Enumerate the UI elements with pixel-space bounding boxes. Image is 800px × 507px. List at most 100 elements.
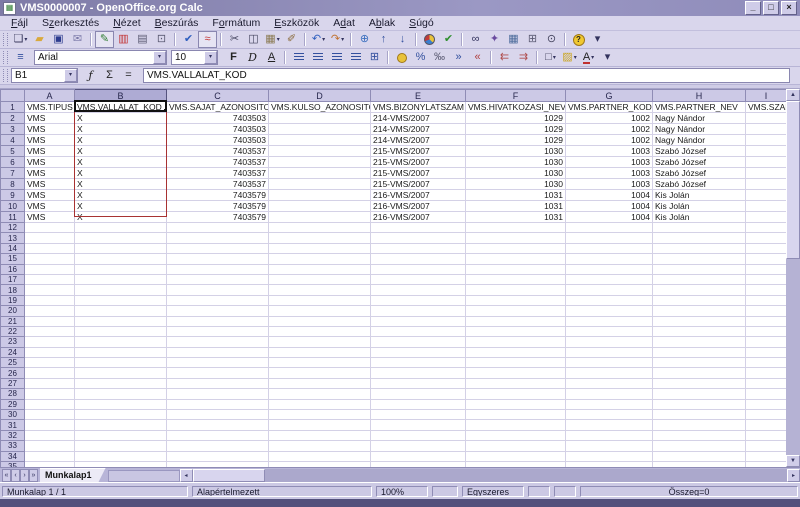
cell[interactable] bbox=[25, 233, 75, 243]
column-header-C[interactable]: C bbox=[167, 90, 269, 102]
format-paintbrush-button[interactable]: ✐ bbox=[282, 31, 301, 48]
equals-button[interactable]: = bbox=[119, 67, 138, 84]
cell[interactable]: VMS bbox=[25, 157, 75, 168]
chevron-down-icon[interactable]: ▾ bbox=[204, 51, 217, 64]
cell[interactable] bbox=[167, 264, 269, 274]
standard-format-button[interactable]: ‰ bbox=[430, 49, 449, 66]
cell[interactable] bbox=[746, 146, 787, 157]
cell[interactable] bbox=[25, 441, 75, 451]
cell[interactable] bbox=[269, 378, 371, 388]
cell[interactable] bbox=[269, 347, 371, 357]
cell[interactable] bbox=[566, 223, 653, 233]
cell[interactable] bbox=[25, 378, 75, 388]
cell[interactable] bbox=[75, 233, 167, 243]
menu-item-eszkozok[interactable]: Eszközök bbox=[267, 17, 326, 29]
cell[interactable] bbox=[75, 430, 167, 440]
cell[interactable] bbox=[269, 212, 371, 223]
edit-file-button[interactable]: ✎ bbox=[95, 31, 114, 48]
cell[interactable]: 1031 bbox=[466, 190, 566, 201]
page-preview-button[interactable]: ⊡ bbox=[152, 31, 171, 48]
cell[interactable]: VMS.TIPUS bbox=[25, 102, 75, 113]
cell[interactable] bbox=[746, 135, 787, 146]
chart-button[interactable] bbox=[420, 31, 439, 48]
cell[interactable] bbox=[167, 223, 269, 233]
cell[interactable] bbox=[269, 461, 371, 467]
cell[interactable] bbox=[466, 451, 566, 461]
cell[interactable] bbox=[371, 420, 466, 430]
delete-decimal-button[interactable]: « bbox=[468, 49, 487, 66]
row-header-10[interactable]: 10 bbox=[1, 201, 25, 212]
copy-button[interactable]: ◫ bbox=[244, 31, 263, 48]
cell[interactable] bbox=[371, 410, 466, 420]
spellcheck-button[interactable]: ✔ bbox=[179, 31, 198, 48]
bold-button[interactable]: F bbox=[224, 49, 243, 66]
cell[interactable] bbox=[25, 451, 75, 461]
active-cell[interactable]: VMS.VALLALAT_KOD bbox=[75, 102, 167, 113]
cell[interactable] bbox=[566, 461, 653, 467]
add-decimal-button[interactable]: » bbox=[449, 49, 468, 66]
cell[interactable] bbox=[466, 358, 566, 368]
cell[interactable]: VMS bbox=[25, 179, 75, 190]
cell[interactable] bbox=[75, 461, 167, 467]
formula-input[interactable] bbox=[143, 68, 790, 83]
cell[interactable]: 7403537 bbox=[167, 168, 269, 179]
cell[interactable] bbox=[75, 451, 167, 461]
cell[interactable]: Nagy Nándor bbox=[653, 135, 746, 146]
cell[interactable] bbox=[466, 264, 566, 274]
cell[interactable] bbox=[746, 461, 787, 467]
scroll-up-icon[interactable]: ▲ bbox=[786, 89, 800, 101]
cell[interactable] bbox=[269, 168, 371, 179]
cell[interactable] bbox=[653, 274, 746, 284]
cell[interactable]: VMS bbox=[25, 135, 75, 146]
cell[interactable] bbox=[653, 337, 746, 347]
cell[interactable]: 216-VMS/2007 bbox=[371, 212, 466, 223]
cell[interactable] bbox=[746, 378, 787, 388]
cell[interactable] bbox=[25, 254, 75, 264]
find-replace-button[interactable]: ∞ bbox=[466, 31, 485, 48]
close-button[interactable]: × bbox=[781, 1, 797, 15]
hscroll-thumb[interactable] bbox=[193, 469, 265, 482]
cell[interactable] bbox=[269, 135, 371, 146]
align-right-button[interactable] bbox=[327, 49, 346, 66]
cell[interactable] bbox=[167, 295, 269, 305]
cell[interactable] bbox=[25, 389, 75, 399]
font-color-button[interactable]: A▾ bbox=[579, 49, 598, 66]
cell[interactable] bbox=[167, 243, 269, 253]
cell[interactable] bbox=[653, 223, 746, 233]
cell[interactable] bbox=[75, 358, 167, 368]
column-header-D[interactable]: D bbox=[269, 90, 371, 102]
cell[interactable] bbox=[269, 337, 371, 347]
cut-button[interactable]: ✂ bbox=[225, 31, 244, 48]
cell[interactable] bbox=[746, 243, 787, 253]
underline-button[interactable]: A bbox=[262, 49, 281, 66]
cell[interactable] bbox=[25, 264, 75, 274]
cell[interactable] bbox=[75, 368, 167, 378]
new-document-button[interactable]: ❏▾ bbox=[11, 31, 30, 48]
cell[interactable] bbox=[75, 316, 167, 326]
cell[interactable]: 1031 bbox=[466, 201, 566, 212]
cell[interactable] bbox=[746, 430, 787, 440]
cell[interactable] bbox=[371, 399, 466, 409]
row-header-18[interactable]: 18 bbox=[1, 285, 25, 295]
cell[interactable] bbox=[566, 399, 653, 409]
email-button[interactable]: ✉ bbox=[68, 31, 87, 48]
cell[interactable] bbox=[167, 337, 269, 347]
percent-format-button[interactable]: % bbox=[411, 49, 430, 66]
row-header-19[interactable]: 19 bbox=[1, 295, 25, 305]
row-header-31[interactable]: 31 bbox=[1, 420, 25, 430]
cell[interactable]: VMS bbox=[25, 212, 75, 223]
cell[interactable] bbox=[167, 316, 269, 326]
cell[interactable] bbox=[269, 316, 371, 326]
column-header-B[interactable]: B bbox=[75, 90, 167, 102]
scroll-down-icon[interactable]: ▼ bbox=[786, 455, 800, 467]
cell[interactable] bbox=[653, 389, 746, 399]
cell[interactable] bbox=[167, 274, 269, 284]
cell[interactable]: X bbox=[75, 168, 167, 179]
cell[interactable] bbox=[167, 378, 269, 388]
checkmark-button[interactable]: ✔ bbox=[439, 31, 458, 48]
cell[interactable]: VMS bbox=[25, 168, 75, 179]
cell[interactable]: 1004 bbox=[566, 201, 653, 212]
cell[interactable] bbox=[746, 179, 787, 190]
cell[interactable]: 7403537 bbox=[167, 179, 269, 190]
row-header-29[interactable]: 29 bbox=[1, 399, 25, 409]
